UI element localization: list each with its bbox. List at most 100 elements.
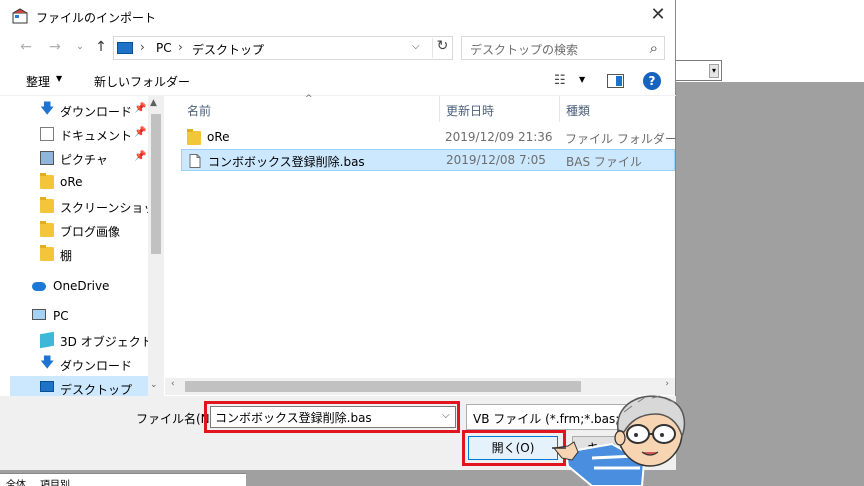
background-tabs: 全体 項目別: [0, 473, 246, 486]
title-bar: ファイルのインポート ✕: [0, 0, 676, 32]
filename-input[interactable]: [210, 406, 456, 428]
scroll-up-icon[interactable]: ▲: [150, 98, 157, 108]
column-headers: ^ 名前 更新日時 種類: [165, 94, 675, 122]
breadcrumb-separator-icon[interactable]: ›: [178, 40, 183, 54]
sidebar-item-blog-images[interactable]: ブログ画像: [10, 218, 162, 242]
folder-icon: [40, 245, 54, 261]
background-tab-2[interactable]: 項目別: [40, 476, 70, 486]
file-row-bas[interactable]: コンボボックス登録削除.bas 2019/12/08 7:05 BAS ファイル: [181, 149, 675, 171]
sidebar-item-desktop[interactable]: デスクトップ: [10, 376, 162, 396]
sidebar-item-label: OneDrive: [53, 279, 110, 293]
folder-icon: [187, 129, 201, 145]
file-date: 2019/12/08 7:05: [446, 153, 546, 167]
back-button[interactable]: ←: [16, 38, 36, 58]
onedrive-icon: [32, 282, 46, 291]
sidebar-item-shelf[interactable]: 棚: [10, 242, 162, 266]
pin-icon: 📌: [134, 103, 147, 114]
sidebar-item-label: 棚: [60, 249, 73, 263]
view-options-icon[interactable]: ☷: [554, 73, 566, 88]
close-button[interactable]: ✕: [644, 4, 672, 28]
up-button[interactable]: ↑: [91, 38, 111, 58]
navigation-pane: 🡇 ダウンロード 📌 ドキュメント 📌 ピクチャ 📌 oRe スクリーンショット…: [10, 96, 162, 396]
file-icon: [189, 154, 201, 168]
folder-icon: [40, 197, 54, 213]
chevron-down-icon[interactable]: ▾: [709, 64, 719, 78]
background-tab-1[interactable]: 全体: [6, 476, 26, 486]
file-date: 2019/12/09 21:36: [445, 130, 553, 144]
sidebar-item-documents[interactable]: ドキュメント 📌: [10, 122, 162, 146]
sidebar-item-downloads[interactable]: 🡇 ダウンロード 📌: [10, 98, 162, 122]
sidebar-item-pictures[interactable]: ピクチャ 📌: [10, 146, 162, 170]
column-header-date[interactable]: 更新日時: [446, 102, 494, 119]
sidebar-scrollbar[interactable]: ▲ ⌄: [148, 96, 164, 396]
import-app-icon: [12, 8, 28, 24]
scroll-down-icon[interactable]: ⌄: [150, 380, 158, 390]
sidebar-item-label: ブログ画像: [60, 225, 121, 239]
column-header-name[interactable]: 名前: [187, 102, 211, 119]
background-combobox[interactable]: ▾: [676, 60, 722, 81]
scrollbar-thumb[interactable]: [151, 114, 161, 254]
desktop-icon: [117, 42, 133, 54]
background-workspace: [676, 82, 864, 486]
scroll-right-icon[interactable]: ›: [665, 379, 669, 389]
pointing-character-illustration: [552, 395, 686, 486]
organize-button[interactable]: 整理: [26, 73, 50, 90]
file-name: oRe: [207, 130, 230, 144]
file-type: ファイル フォルダー: [565, 132, 677, 146]
sidebar-item-label: スクリーンショット: [60, 201, 162, 215]
sidebar-item-pc[interactable]: PC: [10, 304, 162, 328]
open-button[interactable]: 開く(O): [468, 436, 558, 460]
column-divider[interactable]: [559, 96, 560, 122]
breadcrumb-pc[interactable]: PC: [156, 41, 172, 55]
sidebar-item-screenshots[interactable]: スクリーンショット: [10, 194, 162, 218]
sidebar-item-label: ドキュメント: [60, 129, 133, 143]
pc-icon: [32, 309, 46, 320]
breadcrumb-separator-icon[interactable]: ›: [140, 40, 145, 54]
chevron-down-icon[interactable]: ▼: [56, 74, 62, 83]
preview-pane-icon[interactable]: [607, 74, 624, 88]
sidebar-item-label: oRe: [60, 175, 83, 189]
command-toolbar: 整理 ▼ 新しいフォルダー ☷ ▼ ?: [0, 66, 676, 96]
help-icon[interactable]: ?: [643, 72, 661, 90]
chevron-down-icon[interactable]: ⌵: [442, 410, 450, 421]
pin-icon: 📌: [134, 151, 147, 162]
search-placeholder[interactable]: デスクトップの検索: [470, 41, 578, 58]
file-list: ^ 名前 更新日時 種類 oRe 2019/12/09 21:36 ファイル フ…: [165, 94, 677, 396]
folder-icon: [40, 173, 54, 189]
sidebar-item-label: デスクトップ: [60, 383, 133, 396]
scrollbar-thumb[interactable]: [185, 381, 581, 392]
forward-button[interactable]: →: [45, 38, 65, 58]
sidebar-item-ore[interactable]: oRe: [10, 170, 162, 194]
breadcrumb-separator-icon[interactable]: ›: [258, 40, 263, 54]
navigation-bar: ← → ⌄ ↑ › PC › デスクトップ › ⌵ ↻ デスクトップの検索 ⌕: [0, 34, 676, 62]
search-box[interactable]: デスクトップの検索 ⌕: [461, 36, 665, 60]
sidebar-item-pc-downloads[interactable]: 🡇 ダウンロード: [10, 352, 162, 376]
download-icon: 🡇: [40, 355, 55, 371]
sidebar-item-label: PC: [53, 309, 69, 323]
column-divider[interactable]: [439, 96, 440, 122]
sidebar-item-label: ダウンロード: [60, 359, 133, 373]
sidebar-item-onedrive[interactable]: OneDrive: [10, 274, 162, 298]
search-icon[interactable]: ⌕: [650, 39, 658, 57]
column-header-type[interactable]: 種類: [566, 102, 590, 119]
sidebar-item-label: 3D オブジェクト: [60, 335, 153, 349]
desktop-icon: [40, 381, 54, 392]
sort-ascending-icon: ^: [305, 94, 313, 104]
3d-objects-icon: [40, 331, 54, 349]
file-row-ore[interactable]: oRe 2019/12/09 21:36 ファイル フォルダー: [181, 127, 677, 149]
chevron-down-icon[interactable]: ▼: [579, 75, 585, 84]
pictures-icon: [40, 151, 54, 165]
sidebar-item-label: ピクチャ: [60, 153, 108, 167]
new-folder-button[interactable]: 新しいフォルダー: [94, 73, 190, 90]
breadcrumb-desktop[interactable]: デスクトップ: [192, 41, 264, 58]
refresh-icon[interactable]: ↻: [432, 38, 452, 58]
folder-icon: [40, 221, 54, 237]
file-type: BAS ファイル: [566, 155, 642, 169]
download-icon: 🡇: [40, 101, 55, 117]
address-dropdown-icon[interactable]: ⌵: [412, 41, 420, 52]
sidebar-item-3d-objects[interactable]: 3D オブジェクト: [10, 328, 162, 352]
sidebar-item-label: ダウンロード: [60, 105, 133, 119]
scroll-left-icon[interactable]: ‹: [171, 379, 175, 389]
address-bar[interactable]: › PC › デスクトップ › ⌵ ↻: [113, 36, 453, 60]
recent-locations-chevron-icon[interactable]: ⌄: [70, 38, 90, 58]
